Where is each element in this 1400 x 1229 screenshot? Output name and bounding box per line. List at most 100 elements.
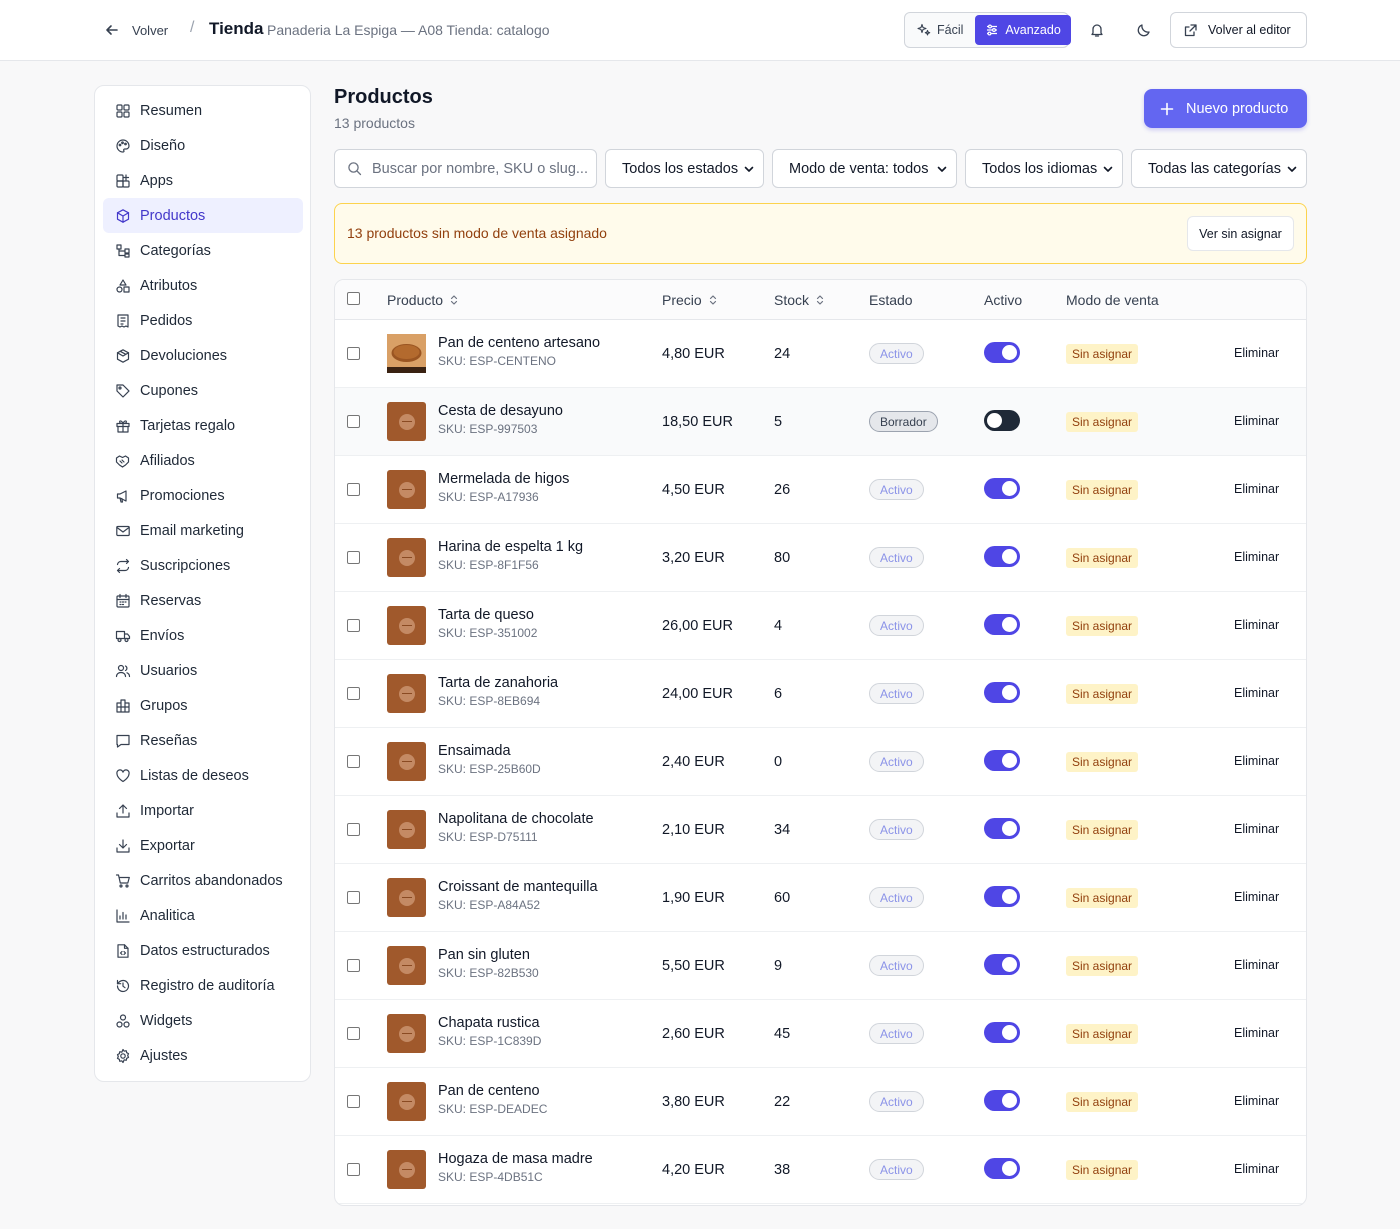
column-price[interactable]: Precio <box>662 292 718 308</box>
sidebar-item[interactable]: Afiliados <box>103 443 303 478</box>
delete-button[interactable]: Eliminar <box>1234 1026 1279 1040</box>
table-row[interactable]: Pan de centeno artesano SKU: ESP-CENTENO 4… <box>335 320 1306 388</box>
active-toggle[interactable] <box>984 954 1020 975</box>
column-product[interactable]: Producto <box>387 292 459 308</box>
active-toggle[interactable] <box>984 750 1020 771</box>
table-row[interactable]: Tarta de zanahoria SKU: ESP-8EB694 24,00 E… <box>335 660 1306 728</box>
sidebar-item[interactable]: Reseñas <box>103 723 303 758</box>
row-checkbox[interactable] <box>347 959 360 972</box>
table-row[interactable]: Harina de espelta 1 kg SKU: ESP-8F1F56 3,2… <box>335 524 1306 592</box>
sidebar-item[interactable]: Promociones <box>103 478 303 513</box>
sidebar-item[interactable]: Apps <box>103 163 303 198</box>
sidebar-item[interactable]: Envíos <box>103 618 303 653</box>
delete-button[interactable]: Eliminar <box>1234 686 1279 700</box>
sidebar-item[interactable]: Resumen <box>103 93 303 128</box>
column-stock[interactable]: Stock <box>774 292 825 308</box>
row-checkbox[interactable] <box>347 619 360 632</box>
product-name[interactable]: Tarta de queso <box>438 607 534 623</box>
sale-mode-filter-select[interactable]: Modo de venta: todos <box>772 149 957 188</box>
product-name[interactable]: Pan de centeno <box>438 1083 540 1099</box>
sidebar-item[interactable]: Diseño <box>103 128 303 163</box>
language-filter-select[interactable]: Todos los idiomas <box>965 149 1123 188</box>
sidebar-item[interactable]: Ajustes <box>103 1038 303 1073</box>
row-checkbox[interactable] <box>347 891 360 904</box>
back-button[interactable]: Volver <box>104 18 168 42</box>
table-row[interactable]: Mermelada de higos SKU: ESP-A17936 4,50 EU… <box>335 456 1306 524</box>
theme-toggle-button[interactable] <box>1132 18 1156 42</box>
table-row[interactable]: Chapata rustica SKU: ESP-1C839D 2,60 EUR 45… <box>335 1000 1306 1068</box>
product-name[interactable]: Chapata rustica <box>438 1015 540 1031</box>
sidebar-item[interactable]: Importar <box>103 793 303 828</box>
sidebar-item[interactable]: Email marketing <box>103 513 303 548</box>
active-toggle[interactable] <box>984 546 1020 567</box>
sidebar-item[interactable]: Datos estructurados <box>103 933 303 968</box>
row-checkbox[interactable] <box>347 1163 360 1176</box>
product-name[interactable]: Tarta de zanahoria <box>438 675 558 691</box>
product-name[interactable]: Napolitana de chocolate <box>438 811 594 827</box>
active-toggle[interactable] <box>984 682 1020 703</box>
product-name[interactable]: Mermelada de higos <box>438 471 569 487</box>
sidebar-item[interactable]: Cupones <box>103 373 303 408</box>
row-checkbox[interactable] <box>347 415 360 428</box>
active-toggle[interactable] <box>984 1158 1020 1179</box>
new-product-button[interactable]: Nuevo producto <box>1144 89 1307 128</box>
sidebar-item[interactable]: Grupos <box>103 688 303 723</box>
delete-button[interactable]: Eliminar <box>1234 754 1279 768</box>
row-checkbox[interactable] <box>347 755 360 768</box>
search-input[interactable] <box>372 160 587 177</box>
product-name[interactable]: Pan de centeno artesano <box>438 335 600 351</box>
active-toggle[interactable] <box>984 614 1020 635</box>
table-row[interactable]: Tarta de queso SKU: ESP-351002 26,00 EUR 4 A… <box>335 592 1306 660</box>
delete-button[interactable]: Eliminar <box>1234 1162 1279 1176</box>
active-toggle[interactable] <box>984 818 1020 839</box>
active-toggle[interactable] <box>984 342 1020 363</box>
row-checkbox[interactable] <box>347 1027 360 1040</box>
active-toggle[interactable] <box>984 410 1020 431</box>
sidebar-item[interactable]: Carritos abandonados <box>103 863 303 898</box>
sidebar-item[interactable]: Analitica <box>103 898 303 933</box>
table-row[interactable]: Cesta de desayuno SKU: ESP-997503 18,50 EU… <box>335 388 1306 456</box>
delete-button[interactable]: Eliminar <box>1234 618 1279 632</box>
category-filter-select[interactable]: Todas las categorías <box>1131 149 1307 188</box>
row-checkbox[interactable] <box>347 687 360 700</box>
delete-button[interactable]: Eliminar <box>1234 346 1279 360</box>
table-row[interactable]: Ensaimada SKU: ESP-25B60D 2,40 EUR 0 Activo S… <box>335 728 1306 796</box>
sidebar-item[interactable]: Reservas <box>103 583 303 618</box>
sidebar-item[interactable]: Suscripciones <box>103 548 303 583</box>
status-filter-select[interactable]: Todos los estados <box>605 149 764 188</box>
table-row[interactable]: Croissant de mantequilla SKU: ESP-A84A52 1… <box>335 864 1306 932</box>
back-to-editor-button[interactable]: Volver al editor <box>1170 12 1307 48</box>
active-toggle[interactable] <box>984 1022 1020 1043</box>
delete-button[interactable]: Eliminar <box>1234 822 1279 836</box>
sidebar-item[interactable]: Usuarios <box>103 653 303 688</box>
sidebar-item[interactable]: Listas de deseos <box>103 758 303 793</box>
row-checkbox[interactable] <box>347 1095 360 1108</box>
sidebar-item[interactable]: Atributos <box>103 268 303 303</box>
row-checkbox[interactable] <box>347 551 360 564</box>
sidebar-item[interactable]: Exportar <box>103 828 303 863</box>
active-toggle[interactable] <box>984 478 1020 499</box>
sidebar-item[interactable]: Productos <box>103 198 303 233</box>
table-row[interactable]: Napolitana de chocolate SKU: ESP-D75111 2,… <box>335 796 1306 864</box>
active-toggle[interactable] <box>984 886 1020 907</box>
table-row[interactable]: Hogaza de masa madre SKU: ESP-4DB51C 4,20 … <box>335 1136 1306 1204</box>
delete-button[interactable]: Eliminar <box>1234 958 1279 972</box>
sidebar-item[interactable]: Devoluciones <box>103 338 303 373</box>
view-unassigned-button[interactable]: Ver sin asignar <box>1187 216 1294 251</box>
sidebar-item[interactable]: Registro de auditoría <box>103 968 303 1003</box>
delete-button[interactable]: Eliminar <box>1234 550 1279 564</box>
sidebar-item[interactable]: Categorías <box>103 233 303 268</box>
product-name[interactable]: Hogaza de masa madre <box>438 1151 593 1167</box>
select-all-checkbox[interactable] <box>347 292 360 305</box>
delete-button[interactable]: Eliminar <box>1234 414 1279 428</box>
table-row[interactable]: Pan de centeno SKU: ESP-DEADEC 3,80 EUR 22 A… <box>335 1068 1306 1136</box>
mode-advanced-button[interactable]: Avanzado <box>975 15 1071 45</box>
delete-button[interactable]: Eliminar <box>1234 890 1279 904</box>
product-name[interactable]: Pan sin gluten <box>438 947 530 963</box>
active-toggle[interactable] <box>984 1090 1020 1111</box>
delete-button[interactable]: Eliminar <box>1234 1094 1279 1108</box>
sidebar-item[interactable]: Tarjetas regalo <box>103 408 303 443</box>
product-name[interactable]: Croissant de mantequilla <box>438 879 598 895</box>
product-name[interactable]: Harina de espelta 1 kg <box>438 539 583 555</box>
mode-easy-button[interactable]: Fácil <box>907 15 973 45</box>
